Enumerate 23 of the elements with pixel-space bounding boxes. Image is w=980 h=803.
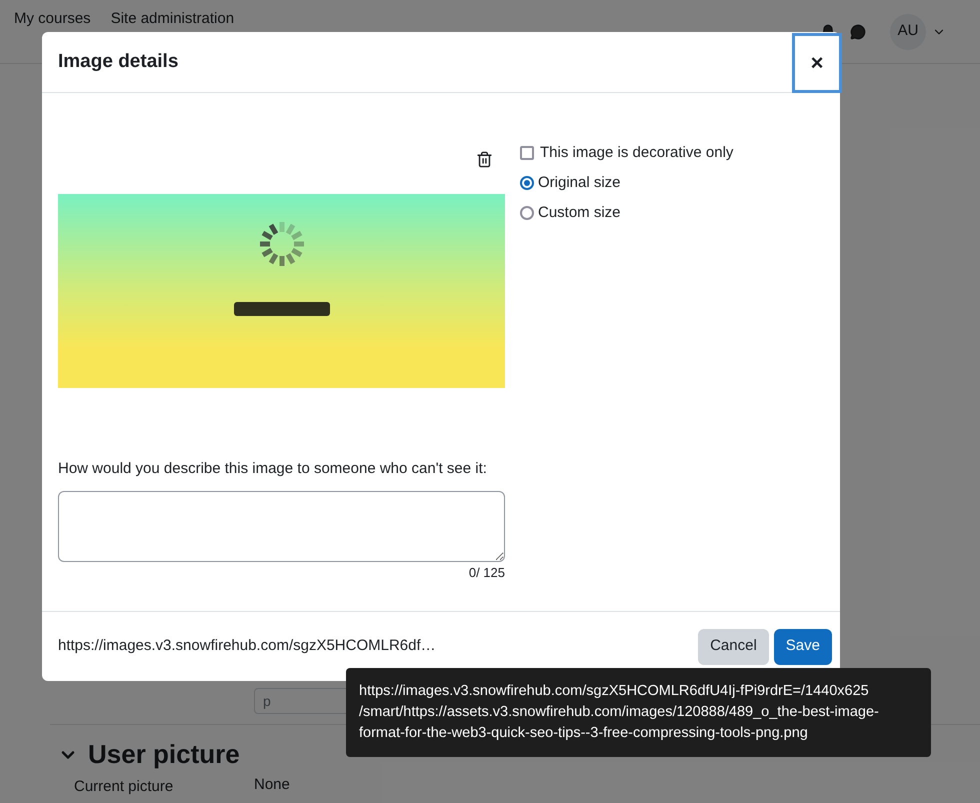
description-field[interactable]	[58, 490, 505, 562]
nav-link[interactable]: My courses	[14, 10, 91, 28]
section-title: User picture	[88, 738, 240, 771]
chat-icon[interactable]	[850, 24, 866, 40]
row-label: Current picture	[74, 777, 174, 796]
nav-link[interactable]: Site administration	[110, 10, 234, 28]
image-url: https://images.v3.snowfirehub.com/sgzX5HCOMLR6df…	[58, 636, 436, 656]
dialog-title: Image details	[58, 50, 178, 74]
radio-label: Original size	[538, 172, 621, 193]
row-value: None	[254, 776, 290, 795]
cancel-button[interactable]: Cancel	[698, 628, 769, 664]
save-button[interactable]: Save	[774, 628, 832, 664]
avatar[interactable]: AU	[890, 14, 926, 50]
radio-button[interactable]	[520, 206, 534, 220]
checkbox[interactable]	[520, 146, 534, 160]
close-button[interactable]: ×	[792, 32, 842, 92]
character-counter: 0/ 125	[468, 564, 505, 582]
delete-icon[interactable]	[476, 151, 493, 168]
tooltip-text: format-for-the-web3-quick-seo-tips--3-free-compressing-tools-png.png	[359, 724, 809, 743]
field-label: How would you describe this image to someone who can't see it:	[58, 459, 488, 479]
checkbox-label: This image is decorative only	[540, 142, 734, 163]
radio-button[interactable]	[520, 176, 534, 190]
radio-label: Custom size	[538, 202, 621, 223]
